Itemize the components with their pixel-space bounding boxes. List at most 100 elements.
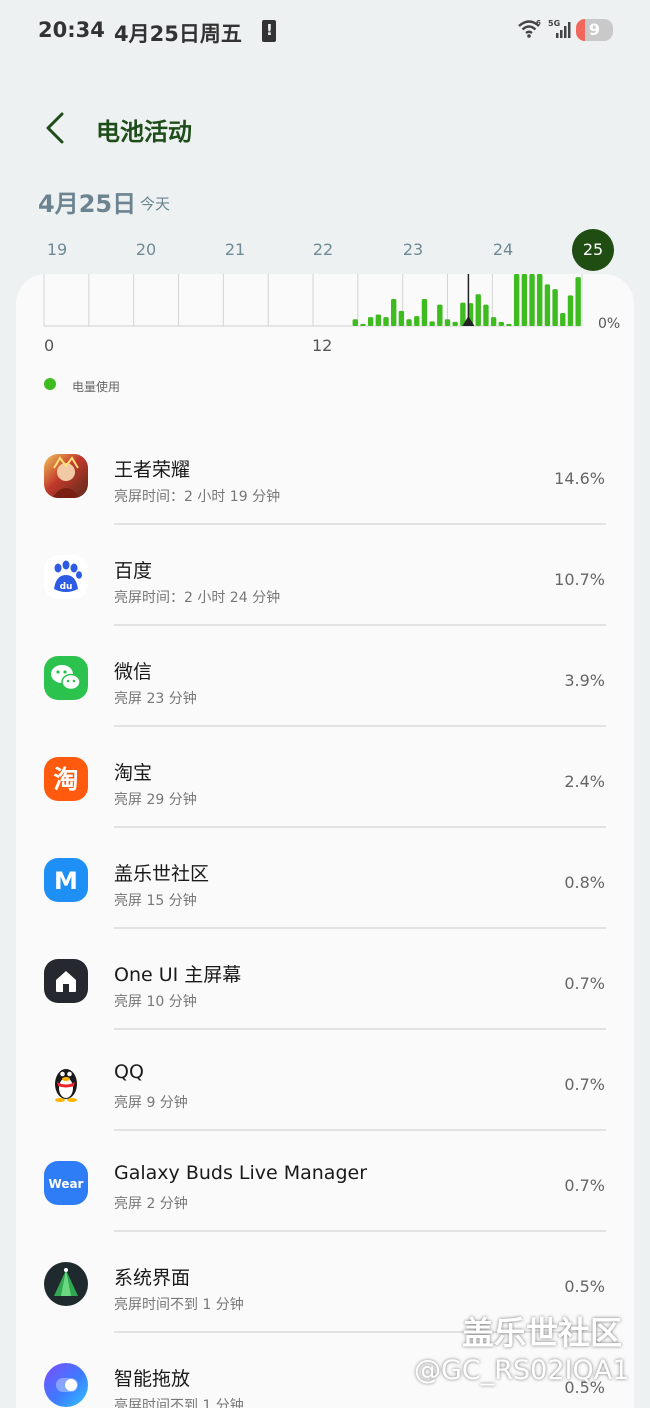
day-20[interactable]: 20 — [126, 240, 166, 259]
usage-bar — [575, 277, 581, 326]
usage-bar — [567, 295, 574, 326]
wifi-icon: 6 — [518, 19, 541, 38]
date-heading: 4月25日 — [38, 190, 137, 218]
usage-bar — [398, 310, 405, 326]
usage-bar — [375, 314, 382, 326]
app-name: Galaxy Buds Live Manager — [114, 1162, 368, 1184]
usage-chart — [43, 274, 583, 327]
wear-icon: Wear — [44, 1161, 88, 1205]
app-name: 百度 — [114, 560, 153, 582]
qq-penguin-icon — [44, 1060, 88, 1104]
app-screen-time: 亮屏 15 分钟 — [114, 893, 197, 909]
back-button[interactable] — [38, 108, 74, 148]
usage-bar — [360, 323, 366, 326]
legend-dot — [44, 378, 56, 390]
honor-of-kings-icon — [44, 454, 88, 498]
app-screen-time: 亮屏 23 分钟 — [114, 691, 197, 707]
svg-text:淘: 淘 — [53, 765, 78, 794]
app-screen-time: 亮屏 10 分钟 — [114, 994, 197, 1010]
svg-text:Wear: Wear — [49, 1177, 84, 1191]
usage-bar — [429, 321, 435, 326]
app-name: 智能拖放 — [114, 1368, 191, 1390]
app-screen-time: 亮屏时间：2 小时 19 分钟 — [114, 489, 281, 505]
app-battery-percent: 3.9% — [564, 671, 605, 690]
battery-usage-card: 0 12 0% 电量使用 王者荣耀 亮屏时间：2 小时 19 分钟 14.6% — [16, 274, 634, 1408]
app-screen-time: 亮屏时间不到 1 分钟 — [114, 1398, 244, 1408]
app-screen-time: 亮屏 9 分钟 — [114, 1095, 188, 1111]
app-row-qq[interactable]: QQ 亮屏 9 分钟 0.7% — [16, 1030, 634, 1131]
usage-bar — [544, 284, 551, 326]
usage-bar — [437, 304, 443, 326]
x-tick-0: 0 — [44, 336, 55, 355]
usage-bar — [475, 294, 481, 326]
app-row-honor-of-kings[interactable]: 王者荣耀 亮屏时间：2 小时 19 分钟 14.6% — [16, 424, 634, 525]
battery-level: 9 — [588, 20, 601, 39]
alert-icon — [262, 20, 276, 42]
app-name: One UI 主屏幕 — [114, 964, 242, 986]
usage-bar — [529, 274, 535, 326]
usage-bar — [537, 274, 543, 326]
legend-label: 电量使用 — [72, 380, 121, 394]
svg-text:5G: 5G — [548, 19, 560, 28]
status-date: 4月25日周五 — [114, 22, 242, 46]
day-25-selected[interactable]: 25 — [572, 229, 614, 271]
app-name: 淘宝 — [114, 762, 153, 784]
app-list: 王者荣耀 亮屏时间：2 小时 19 分钟 14.6% du 百度 亮屏时间：2 … — [16, 424, 634, 1408]
taobao-icon: 淘 — [44, 757, 88, 801]
usage-bar — [421, 298, 428, 326]
usage-bar — [560, 313, 566, 326]
app-battery-percent: 10.7% — [554, 570, 605, 589]
app-screen-time: 亮屏 29 分钟 — [114, 792, 197, 808]
app-row-taobao[interactable]: 淘 淘宝 亮屏 29 分钟 2.4% — [16, 727, 634, 828]
day-22[interactable]: 22 — [303, 240, 343, 259]
app-row-galaxy-buds[interactable]: Wear Galaxy Buds Live Manager 亮屏 2 分钟 0.… — [16, 1131, 634, 1232]
app-battery-percent: 0.7% — [564, 974, 605, 993]
usage-bar — [498, 321, 504, 326]
home-icon — [44, 959, 88, 1003]
app-row-galaxy-members[interactable]: M 盖乐世社区 亮屏 15 分钟 0.8% — [16, 828, 634, 929]
app-battery-percent: 2.4% — [564, 772, 605, 791]
usage-bar — [414, 316, 420, 326]
galaxy-members-icon: M — [44, 858, 88, 902]
usage-bar — [391, 298, 397, 326]
x-tick-12: 12 — [312, 336, 333, 355]
app-name: 王者荣耀 — [114, 459, 191, 481]
page-title: 电池活动 — [96, 118, 192, 146]
app-screen-time: 亮屏时间：2 小时 24 分钟 — [114, 590, 281, 606]
watermark-handle: @GC_RS02IQA1 — [414, 1355, 630, 1386]
app-screen-time: 亮屏 2 分钟 — [114, 1196, 188, 1212]
baidu-icon: du — [44, 555, 88, 599]
smart-drag-icon — [44, 1363, 88, 1407]
signal-icon: 5G — [548, 19, 571, 38]
status-bar: 20:34 4月25日周五 6 5G 9 — [0, 0, 650, 64]
usage-bar — [490, 317, 497, 326]
usage-bar — [367, 317, 374, 326]
day-21[interactable]: 21 — [215, 240, 255, 259]
usage-bar — [513, 274, 520, 326]
app-screen-time: 亮屏时间不到 1 分钟 — [114, 1297, 244, 1313]
day-19[interactable]: 19 — [37, 240, 77, 259]
usage-bar — [383, 317, 389, 326]
app-battery-percent: 14.6% — [554, 469, 605, 488]
app-row-one-ui-home[interactable]: One UI 主屏幕 亮屏 10 分钟 0.7% — [16, 929, 634, 1030]
system-ui-icon — [44, 1262, 88, 1306]
usage-bar — [406, 319, 412, 326]
usage-bar — [352, 319, 358, 326]
y-tick-0-percent: 0% — [598, 316, 621, 332]
date-today-label: 今天 — [140, 195, 171, 213]
app-row-wechat[interactable]: 微信 亮屏 23 分钟 3.9% — [16, 626, 634, 727]
app-name: 盖乐世社区 — [114, 863, 210, 885]
app-battery-percent: 0.5% — [564, 1277, 605, 1296]
usage-bar — [521, 274, 528, 326]
app-battery-percent: 0.8% — [564, 873, 605, 892]
watermark-title: 盖乐世社区 — [462, 1314, 623, 1352]
app-battery-percent: 0.7% — [564, 1075, 605, 1094]
usage-bar — [483, 304, 489, 326]
day-24[interactable]: 24 — [483, 240, 523, 259]
status-time: 20:34 — [38, 18, 105, 42]
usage-bar — [444, 319, 451, 326]
app-row-baidu[interactable]: du 百度 亮屏时间：2 小时 24 分钟 10.7% — [16, 525, 634, 626]
app-battery-percent: 0.7% — [564, 1176, 605, 1195]
battery-indicator: 9 — [576, 19, 613, 41]
day-23[interactable]: 23 — [393, 240, 433, 259]
